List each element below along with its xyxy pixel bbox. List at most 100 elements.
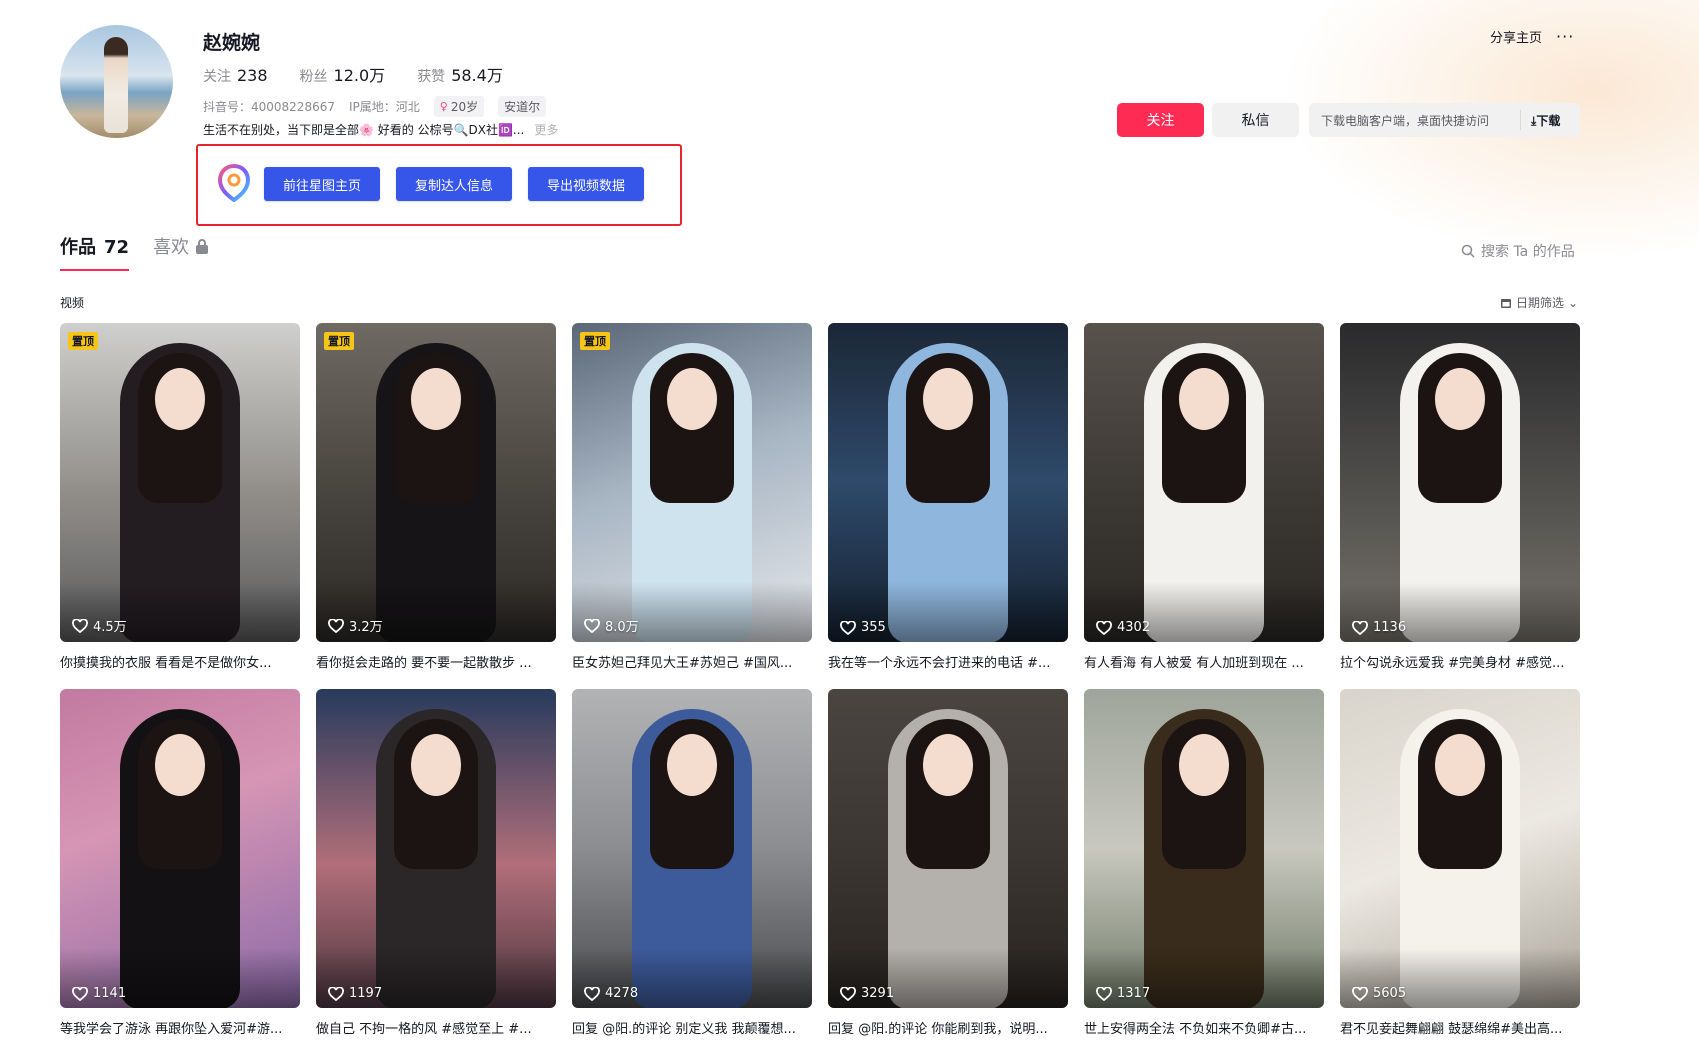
video-likes: 5605 — [1352, 986, 1406, 1001]
tab-likes[interactable]: 喜欢 — [153, 233, 209, 259]
ip-location: IP属地：河北 — [348, 100, 420, 114]
date-filter[interactable]: 日期筛选 ⌄ — [1500, 294, 1578, 311]
tab-works-count: 72 — [104, 237, 130, 258]
heart-icon — [1096, 620, 1112, 635]
video-thumbnail[interactable]: 355 — [828, 323, 1068, 642]
heart-icon — [1352, 620, 1368, 635]
video-thumbnail[interactable]: 置顶 8.0万 — [572, 323, 812, 642]
message-button[interactable]: 私信 — [1212, 103, 1299, 137]
avatar[interactable] — [60, 25, 173, 138]
video-caption[interactable]: 等我学会了游泳 再跟你坠入爱河#游... — [60, 1018, 300, 1037]
video-thumbnail[interactable]: 1317 — [1084, 689, 1324, 1008]
video-card[interactable]: 置顶 4.5万你摸摸我的衣服 看看是不是做你女... — [60, 323, 300, 671]
search-works[interactable]: 搜索 Ta 的作品 — [1461, 241, 1575, 261]
video-card[interactable]: 1136 拉个勾说永远爱我 #完美身材 #感觉... — [1340, 323, 1580, 671]
stat-likes: 获赞 58.4万 — [417, 62, 503, 86]
heart-icon — [72, 618, 88, 633]
stat-followers[interactable]: 粉丝 12.0万 — [300, 62, 386, 86]
bio-text: 生活不在别处，当下即是全部🌸 好看的 公棕号🔍DX社🆔... — [203, 123, 525, 137]
video-likes: 355 — [840, 620, 886, 635]
thumbnail-face — [1435, 368, 1485, 430]
video-card[interactable]: 5605 君不见妾起舞翩翩 鼓瑟绵绵#美出高... — [1340, 689, 1580, 1037]
heart-icon — [840, 620, 856, 635]
video-likes: 8.0万 — [584, 616, 639, 635]
video-thumbnail[interactable]: 3291 — [828, 689, 1068, 1008]
video-caption[interactable]: 回复 @阳.的评论 别定义我 我颠覆想... — [572, 1018, 812, 1037]
video-caption[interactable]: 世上安得两全法 不负如来不负卿#古... — [1084, 1018, 1324, 1037]
copy-creator-info-button[interactable]: 复制达人信息 — [396, 167, 512, 201]
video-thumbnail[interactable]: 5605 — [1340, 689, 1580, 1008]
more-options-icon[interactable]: ··· — [1556, 27, 1574, 46]
video-thumbnail[interactable]: 4278 — [572, 689, 812, 1008]
profile-bio: 生活不在别处，当下即是全部🌸 好看的 公棕号🔍DX社🆔... 更多 — [203, 121, 558, 138]
video-card[interactable]: 355 我在等一个永远不会打进来的电话 #... — [828, 323, 1068, 671]
video-thumbnail[interactable]: 置顶 4.5万 — [60, 323, 300, 642]
stat-label: 关注 — [203, 69, 231, 85]
video-caption[interactable]: 拉个勾说永远爱我 #完美身材 #感觉... — [1340, 652, 1580, 671]
profile-meta: 抖音号：40008228667 IP属地：河北 ♀ 20岁 安道尔 — [203, 96, 547, 117]
follow-button[interactable]: 关注 — [1117, 103, 1204, 137]
download-hint: 下载电脑客户端，桌面快捷访问 — [1321, 113, 1490, 128]
video-thumbnail[interactable]: 置顶 3.2万 — [316, 323, 556, 642]
video-card[interactable]: 4278 回复 @阳.的评论 别定义我 我颠覆想... — [572, 689, 812, 1037]
video-caption[interactable]: 有人看海 有人被爱 有人加班到现在 ... — [1084, 652, 1324, 671]
video-card[interactable]: 1141 等我学会了游泳 再跟你坠入爱河#游... — [60, 689, 300, 1037]
video-card[interactable]: 3291 回复 @阳.的评论 你能刷到我，说明... — [828, 689, 1068, 1037]
export-video-data-button[interactable]: 导出视频数据 — [528, 167, 644, 201]
video-grid: 置顶 4.5万 你摸摸我的衣服 看看是不是做你女... 置顶 3.2万 看你挺会走路的 要… — [60, 323, 1580, 1037]
video-caption[interactable]: 看你挺会走路的 要不要一起散散步 ... — [316, 652, 556, 671]
video-likes-count: 1317 — [1117, 986, 1151, 1001]
douyin-id: 抖音号：40008228667 — [203, 100, 335, 114]
stat-value: 58.4万 — [451, 66, 503, 85]
video-caption[interactable]: 做自己 不拘一格的风 #感觉至上 #... — [316, 1018, 556, 1037]
video-thumbnail[interactable]: 1141 — [60, 689, 300, 1008]
share-area: 分享主页 ··· — [1490, 27, 1574, 46]
profile-stats: 关注 238 粉丝 12.0万 获赞 58.4万 — [203, 62, 503, 86]
video-caption[interactable]: 君不见妾起舞翩翩 鼓瑟绵绵#美出高... — [1340, 1018, 1580, 1037]
video-likes: 3.2万 — [328, 616, 383, 635]
video-thumbnail[interactable]: 1136 — [1340, 323, 1580, 642]
video-likes-count: 3291 — [861, 986, 895, 1001]
video-thumbnail[interactable]: 1197 — [316, 689, 556, 1008]
video-likes-count: 1141 — [93, 986, 127, 1001]
video-card[interactable]: 4302 有人看海 有人被爱 有人加班到现在 ... — [1084, 323, 1324, 671]
content-tabs: 作品 72 喜欢 — [60, 233, 209, 271]
video-caption[interactable]: 臣女苏妲己拜见大王#苏妲己 #国风... — [572, 652, 812, 671]
video-card[interactable]: 1317 世上安得两全法 不负如来不负卿#古... — [1084, 689, 1324, 1037]
video-likes: 4.5万 — [72, 616, 127, 635]
profile-name: 赵婉婉 — [203, 32, 261, 54]
video-caption[interactable]: 我在等一个永远不会打进来的电话 #... — [828, 652, 1068, 671]
download-client-bar: 下载电脑客户端，桌面快捷访问 ⤓下载 — [1309, 103, 1580, 137]
video-likes-count: 1136 — [1373, 620, 1407, 635]
video-likes: 1197 — [328, 986, 382, 1001]
pinned-badge: 置顶 — [324, 332, 354, 350]
video-likes: 4302 — [1096, 620, 1150, 635]
thumbnail-face — [155, 734, 205, 796]
video-caption[interactable]: 回复 @阳.的评论 你能刷到我，说明... — [828, 1018, 1068, 1037]
goto-xingtu-button[interactable]: 前往星图主页 — [264, 167, 380, 201]
heart-icon — [584, 618, 600, 633]
age-tag: ♀ 20岁 — [433, 96, 485, 117]
video-card[interactable]: 置顶 3.2万看你挺会走路的 要不要一起散散步 ... — [316, 323, 556, 671]
search-icon — [1461, 244, 1475, 258]
stat-following[interactable]: 关注 238 — [203, 66, 268, 86]
video-likes: 4278 — [584, 986, 638, 1001]
video-likes-count: 355 — [861, 620, 886, 635]
download-button[interactable]: ⤓下载 — [1521, 112, 1560, 129]
stat-label: 获赞 — [417, 69, 446, 85]
thumbnail-face — [667, 734, 717, 796]
bio-more-link[interactable]: 更多 — [534, 121, 558, 138]
video-card[interactable]: 1197 做自己 不拘一格的风 #感觉至上 #... — [316, 689, 556, 1037]
heart-icon — [72, 986, 88, 1001]
thumbnail-face — [1435, 734, 1485, 796]
share-profile-button[interactable]: 分享主页 — [1490, 27, 1542, 46]
tab-works[interactable]: 作品 72 — [60, 233, 130, 271]
thumbnail-face — [1179, 368, 1229, 430]
search-placeholder: 搜索 Ta 的作品 — [1481, 244, 1575, 260]
location-tag: 安道尔 — [498, 96, 547, 117]
video-card[interactable]: 置顶 8.0万臣女苏妲己拜见大王#苏妲己 #国风... — [572, 323, 812, 671]
video-caption[interactable]: 你摸摸我的衣服 看看是不是做你女... — [60, 652, 300, 671]
stat-value: 238 — [237, 66, 268, 85]
heart-icon — [328, 986, 344, 1001]
video-thumbnail[interactable]: 4302 — [1084, 323, 1324, 642]
